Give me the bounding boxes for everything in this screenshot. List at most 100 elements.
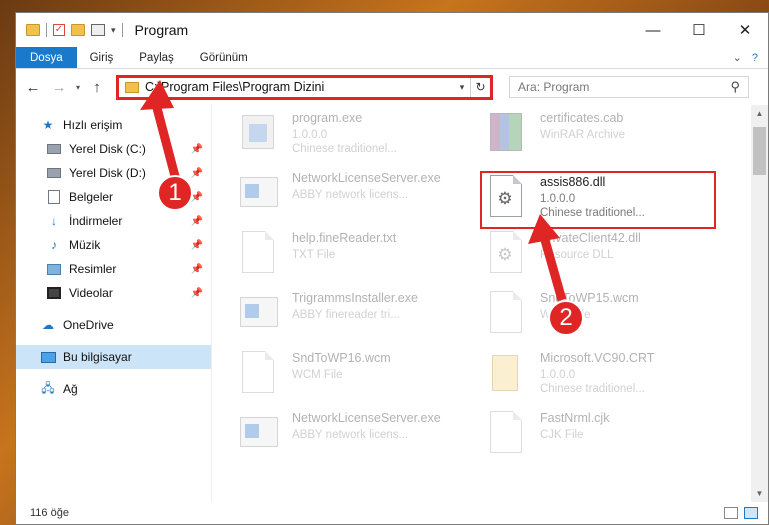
file-item[interactable]: SndToWP15.wcm WCM File (484, 291, 714, 343)
properties-icon[interactable] (91, 24, 105, 36)
minimize-button[interactable]: — (630, 13, 676, 47)
file-item[interactable]: TrigrammsInstaller.exe ABBY finereader t… (236, 291, 466, 343)
tab-view[interactable]: Görünüm (187, 47, 261, 68)
address-path[interactable]: C:\Program Files\Program Dizini (145, 80, 454, 94)
pin-icon[interactable]: 📌 (191, 168, 203, 179)
sidebar-item-network[interactable]: 🖧 Ağ (16, 377, 211, 401)
title-bar: ✓ ▾ Program — ☐ ✕ (16, 13, 768, 47)
file-item[interactable]: Microsoft.VC90.CRT 1.0.0.0 Chinese tradi… (484, 351, 714, 403)
vertical-scrollbar[interactable]: ▲ ▼ (751, 105, 768, 502)
sidebar-item-quick-access[interactable]: ★ Hızlı erişim (16, 113, 211, 137)
expand-ribbon-icon[interactable]: ⌄ (733, 51, 742, 64)
back-arrow-icon[interactable]: ← (24, 79, 42, 96)
file-detail: Resource DLL (540, 249, 614, 261)
sidebar-item-local-disk-c[interactable]: Yerel Disk (C:) 📌 (16, 137, 211, 161)
file-name: TrigrammsInstaller.exe (292, 291, 418, 305)
text-file-icon (242, 231, 274, 273)
tab-share[interactable]: Paylaş (126, 47, 187, 68)
help-icon[interactable]: ? (752, 52, 758, 64)
sidebar-item-videos[interactable]: Videolar 📌 (16, 281, 211, 305)
file-detail: WinRAR Archive (540, 129, 625, 141)
file-name: SndToWP16.wcm (292, 351, 391, 365)
maximize-button[interactable]: ☐ (676, 13, 722, 47)
up-arrow-icon[interactable]: ↑ (88, 79, 106, 96)
sidebar-item-label: Ağ (63, 382, 78, 396)
step-two-badge: 2 (548, 300, 584, 336)
view-toggle (724, 507, 758, 519)
tiles-view-icon[interactable] (744, 507, 758, 519)
search-input[interactable]: Ara: Program ⚲ (509, 76, 750, 98)
file-detail: CJK File (540, 429, 584, 441)
divider (46, 23, 47, 37)
pin-icon[interactable]: 📌 (191, 264, 203, 275)
sidebar-item-label: Hızlı erişim (63, 118, 123, 132)
file-name: NetworkLicenseServer.exe (292, 171, 441, 185)
file-list: program.exe 1.0.0.0 Chinese traditionel.… (212, 105, 768, 502)
sidebar-item-label: Yerel Disk (D:) (69, 166, 146, 180)
pin-icon[interactable]: 📌 (191, 288, 203, 299)
videos-icon (47, 287, 61, 299)
file-item-selected[interactable]: ⚙ assis886.dll 1.0.0.0 Chinese tradition… (480, 171, 716, 229)
content-area: ★ Hızlı erişim Yerel Disk (C:) 📌 Yerel D… (16, 105, 768, 502)
forward-arrow-icon[interactable]: → (50, 79, 68, 96)
file-item[interactable]: ⚙ PrivateClient42.dll Resource DLL (484, 231, 714, 283)
file-name: PrivateClient42.dll (540, 231, 641, 245)
search-placeholder: Ara: Program (518, 80, 590, 94)
sidebar-item-pictures[interactable]: Resimler 📌 (16, 257, 211, 281)
item-count: 116 öğe (30, 507, 69, 519)
file-icon (490, 291, 522, 333)
pin-icon[interactable]: 📌 (191, 216, 203, 227)
tab-file[interactable]: Dosya (16, 47, 77, 68)
file-detail: ABBY network licens... (292, 189, 409, 201)
sidebar-item-downloads[interactable]: ↓ İndirmeler 📌 (16, 209, 211, 233)
search-icon: ⚲ (730, 79, 741, 94)
file-item[interactable]: FastNrml.cjk CJK File (484, 411, 714, 463)
file-name: program.exe (292, 111, 363, 125)
tab-home[interactable]: Giriş (77, 47, 127, 68)
sidebar-item-label: Bu bilgisayar (63, 350, 132, 364)
address-dropdown-icon[interactable]: ▾ (454, 82, 470, 93)
properties-check-icon[interactable]: ✓ (53, 24, 65, 36)
cloud-icon: ☁ (42, 318, 54, 332)
file-item[interactable]: program.exe 1.0.0.0 Chinese traditionel.… (236, 111, 466, 163)
new-folder-icon[interactable] (71, 24, 85, 36)
sidebar-item-onedrive[interactable]: ☁ OneDrive (16, 313, 211, 337)
file-item[interactable]: SndToWP16.wcm WCM File (236, 351, 466, 403)
recent-locations-chevron-icon[interactable]: ▾ (76, 83, 80, 92)
sidebar-item-music[interactable]: ♪ Müzik 📌 (16, 233, 211, 257)
gear-icon: ⚙ (497, 189, 513, 208)
file-detail: 1.0.0.0 (540, 193, 576, 205)
archive-icon (490, 113, 522, 151)
sidebar-item-label: Belgeler (69, 190, 114, 204)
pin-icon[interactable]: 📌 (191, 144, 203, 155)
file-detail: Chinese traditionel... (292, 143, 397, 155)
quick-access-toolbar: ✓ ▾ (16, 23, 123, 37)
scroll-down-icon[interactable]: ▼ (751, 485, 768, 502)
file-item[interactable]: help.fineReader.txt TXT File (236, 231, 466, 283)
sidebar-item-label: Videolar (69, 286, 113, 300)
file-item[interactable]: NetworkLicenseServer.exe ABBY network li… (236, 171, 466, 223)
sidebar-item-this-pc[interactable]: Bu bilgisayar (16, 345, 211, 369)
application-icon (240, 417, 278, 447)
navigation-pane: ★ Hızlı erişim Yerel Disk (C:) 📌 Yerel D… (16, 105, 212, 502)
file-detail: TXT File (292, 249, 336, 261)
star-icon: ★ (42, 118, 54, 132)
window-title: Program (134, 22, 189, 38)
file-name: Microsoft.VC90.CRT (540, 351, 655, 365)
file-item[interactable]: certificates.cab WinRAR Archive (484, 111, 714, 163)
refresh-icon[interactable]: ↻ (470, 77, 490, 97)
address-bar[interactable]: C:\Program Files\Program Dizini ▾ ↻ (116, 74, 494, 100)
file-item[interactable]: NetworkLicenseServer.exe ABBY network li… (236, 411, 466, 463)
details-view-icon[interactable] (724, 507, 738, 519)
file-name: FastNrml.cjk (540, 411, 610, 425)
scroll-up-icon[interactable]: ▲ (751, 105, 768, 122)
application-icon (240, 177, 278, 207)
window-controls: — ☐ ✕ (630, 13, 768, 47)
sidebar-item-label: Resimler (69, 262, 117, 276)
pin-icon[interactable]: 📌 (191, 240, 203, 251)
file-icon (490, 411, 522, 453)
scroll-thumb[interactable] (753, 127, 766, 175)
gear-icon: ⚙ (497, 245, 513, 264)
customize-toolbar-icon[interactable]: ▾ (111, 25, 116, 36)
close-button[interactable]: ✕ (722, 13, 768, 47)
